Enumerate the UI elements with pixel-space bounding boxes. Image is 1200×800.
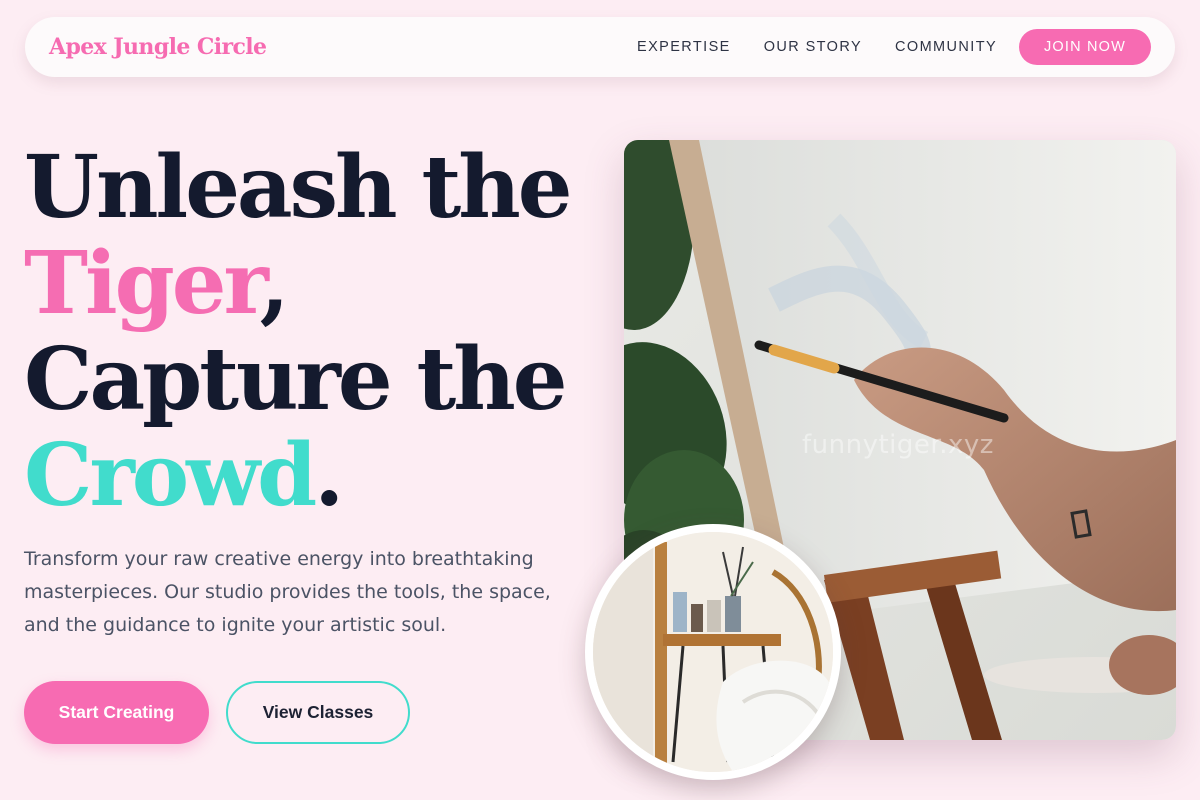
nav-link-our-story[interactable]: OUR STORY — [764, 39, 862, 55]
headline-line-4: Crowd. — [24, 428, 569, 524]
image-watermark: funnytiger.xyz — [802, 430, 994, 460]
join-now-button[interactable]: JOIN NOW — [1019, 29, 1151, 65]
start-creating-button[interactable]: Start Creating — [24, 681, 209, 744]
headline-line-3: Capture the — [24, 329, 568, 430]
hero-description: Transform your raw creative energy into … — [24, 548, 551, 636]
view-classes-button[interactable]: View Classes — [226, 681, 410, 744]
headline-line-1: Unleash the — [24, 137, 572, 238]
studio-illustration — [593, 532, 833, 772]
nav-link-expertise[interactable]: EXPERTISE — [637, 39, 731, 55]
navbar: Apex Jungle Circle EXPERTISE OUR STORY C… — [25, 17, 1175, 77]
headline-tiger: Tiger — [24, 233, 263, 334]
headline-crowd: Crowd — [24, 425, 317, 526]
nav-link-community[interactable]: COMMUNITY — [895, 39, 997, 55]
nav-links: EXPERTISE OUR STORY COMMUNITY — [637, 39, 1030, 55]
brand-logo[interactable]: Apex Jungle Circle — [49, 34, 267, 60]
headline-line-2: Tiger, — [24, 236, 569, 332]
headline-period: . — [314, 425, 344, 526]
studio-circle-image — [585, 524, 841, 780]
headline-comma: , — [259, 233, 290, 334]
hero-headline: Unleash the Tiger, Capture the Crowd. — [24, 137, 572, 524]
